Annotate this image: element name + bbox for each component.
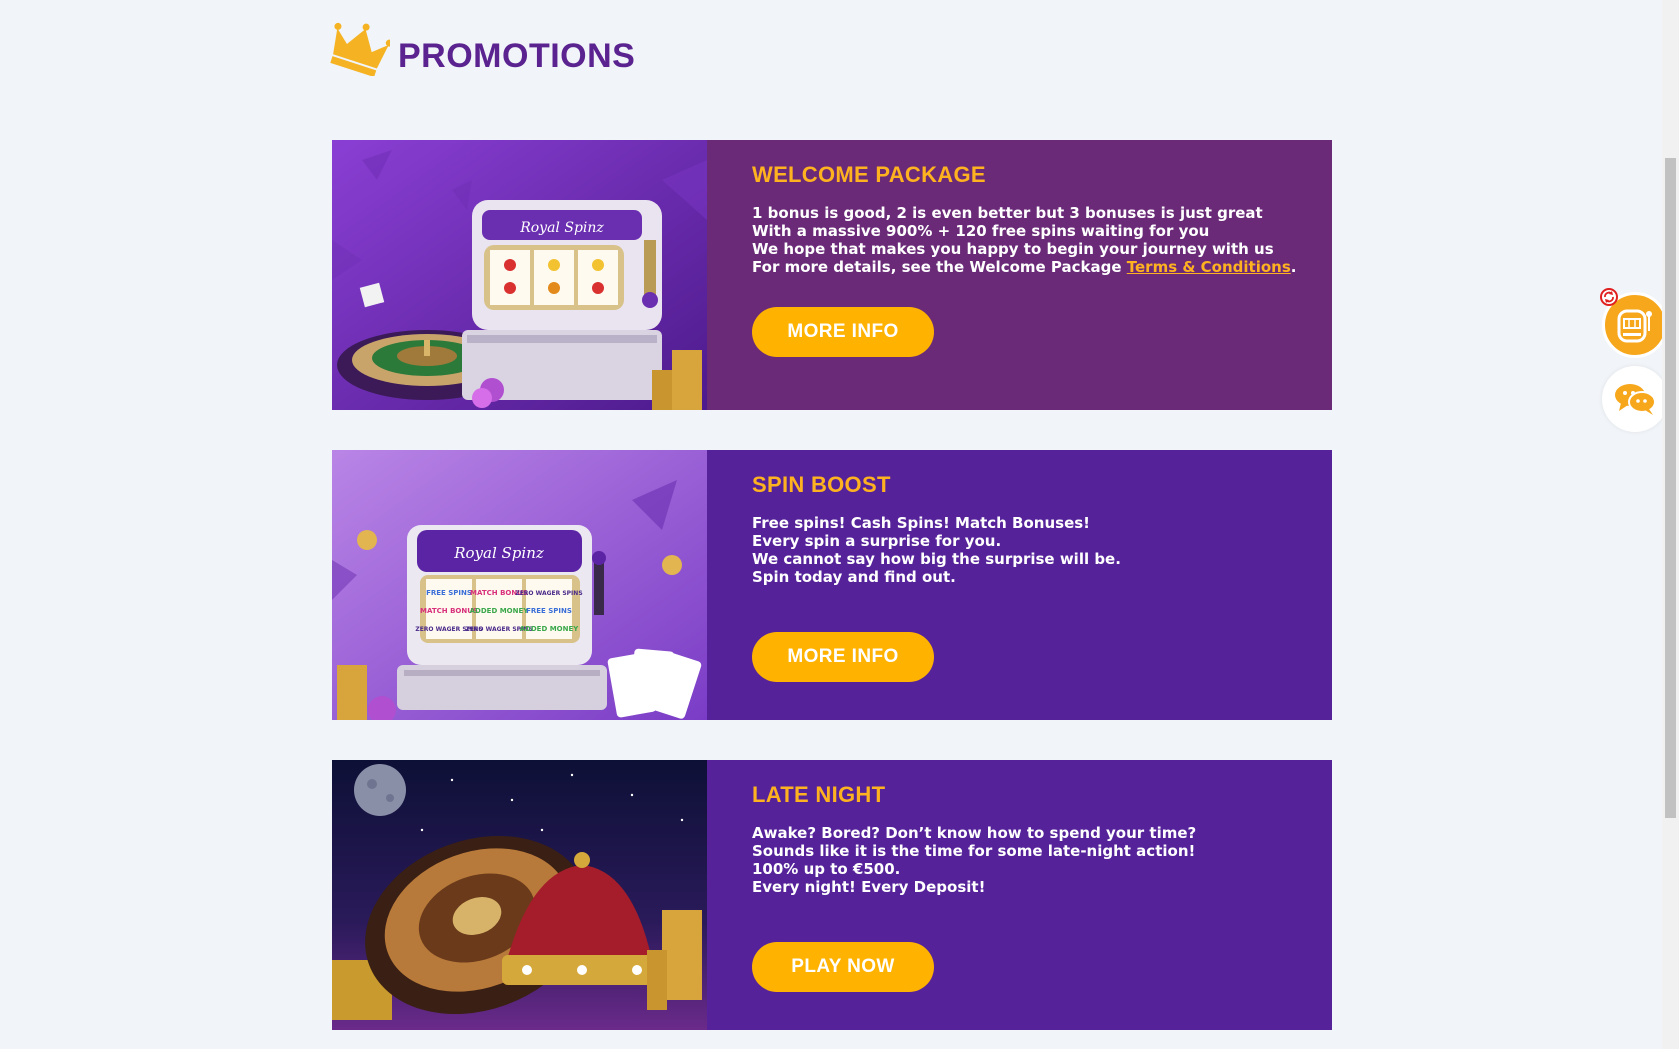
page-title: PROMOTIONS [398,36,636,75]
chat-bubbles-icon [1615,384,1656,415]
promo-line: Awake? Bored? Don’t know how to spend yo… [752,824,1197,842]
play-now-button[interactable]: PLAY NOW [752,942,934,992]
promo-title: SPIN BOOST [752,472,891,497]
scrollbar-thumb[interactable] [1665,158,1676,818]
slot-brand-label: Royal Spinz [453,544,544,562]
slot-machine-icon [1617,309,1652,343]
promo-title: LATE NIGHT [752,782,886,807]
terms-conditions-link[interactable]: Terms & Conditions [1127,258,1291,276]
promo-line: We hope that makes you happy to begin yo… [752,240,1274,258]
promo-line: 100% up to €500. [752,860,901,878]
promo-line: With a massive 900% + 120 free spins wai… [752,222,1210,240]
promotions-page: PROMOTIONS Royal Spinz WELCOME PACKAGE 1… [0,0,1679,1049]
crown-icon [330,22,390,76]
promo-line: Every night! Every Deposit! [752,878,986,896]
reel-text: FREE SPINS [426,589,472,597]
reel-text: ADDED MONEY [470,607,530,615]
chat-widget-button[interactable] [1602,366,1668,432]
details-text: For more details, see the Welcome Packag… [752,258,1127,276]
promo-line: Spin today and find out. [752,568,956,586]
slot-machine-roulette-image: Royal Spinz [332,140,707,410]
details-suffix: . [1290,258,1297,276]
promo-description: 1 bonus is good, 2 is even better but 3 … [752,204,1296,276]
slot-brand-label: Royal Spinz [519,220,604,236]
promo-line: Every spin a surprise for you. [752,532,1002,550]
promo-card-spin-boost: Royal Spinz FREE SPINS MATCH BONUS ZERO … [332,450,1332,720]
promo-line: 1 bonus is good, 2 is even better but 3 … [752,204,1263,222]
promo-description: Awake? Bored? Don’t know how to spend yo… [752,824,1196,896]
promo-line: Sounds like it is the time for some late… [752,842,1196,860]
page-header: PROMOTIONS [328,22,635,76]
roulette-crown-night-image [332,760,707,1030]
promo-line: We cannot say how big the surprise will … [752,550,1121,568]
promo-description: Free spins! Cash Spins! Match Bonuses! E… [752,514,1121,586]
promo-title: WELCOME PACKAGE [752,162,986,187]
more-info-button[interactable]: MORE INFO [752,632,934,682]
promo-card-late-night: LATE NIGHT Awake? Bored? Don’t know how … [332,760,1332,1030]
reel-text: ZERO WAGER SPINS [515,590,582,597]
promo-line: Free spins! Cash Spins! Match Bonuses! [752,514,1091,532]
promo-card-welcome-package: Royal Spinz WELCOME PACKAGE 1 bonus is g… [332,140,1332,410]
reel-text: ADDED MONEY [520,625,580,633]
promo-content: WELCOME PACKAGE 1 bonus is good, 2 is ev… [707,140,1296,410]
spin-boost-slot-image: Royal Spinz FREE SPINS MATCH BONUS ZERO … [332,450,707,720]
refresh-icon[interactable] [1600,288,1618,306]
reel-text: FREE SPINS [526,607,572,615]
promo-line: For more details, see the Welcome Packag… [752,258,1296,276]
more-info-button[interactable]: MORE INFO [752,307,934,357]
